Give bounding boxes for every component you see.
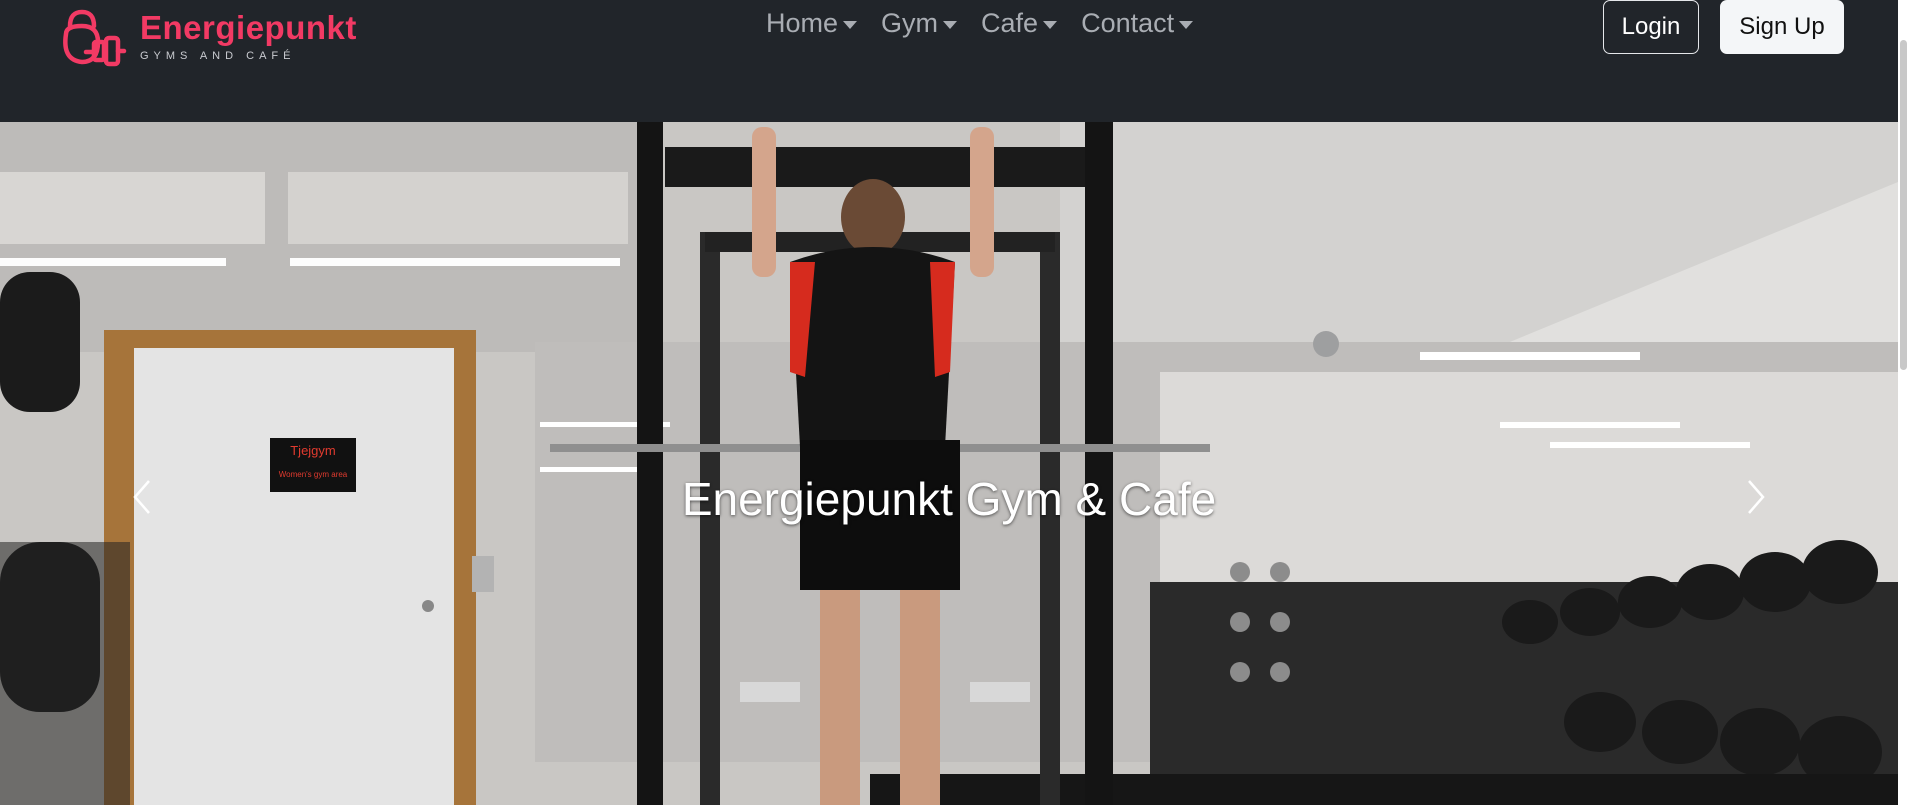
brand-name: Energiepunkt bbox=[140, 9, 357, 46]
main-nav: Home Gym Cafe Contact bbox=[766, 8, 1217, 39]
signup-button[interactable]: Sign Up bbox=[1720, 0, 1844, 54]
nav-item-label: Home bbox=[766, 8, 839, 38]
caret-down-icon bbox=[1043, 20, 1058, 29]
navbar: Energiepunkt GYMS AND CAFÉ Home Gym Cafe… bbox=[0, 0, 1898, 122]
brand-tagline: GYMS AND CAFÉ bbox=[140, 50, 296, 62]
door-sign-title: Tjejgym bbox=[290, 443, 336, 458]
nav-item-gym[interactable]: Gym bbox=[881, 8, 958, 39]
caret-down-icon bbox=[843, 20, 858, 29]
nav-item-cafe[interactable]: Cafe bbox=[981, 8, 1058, 39]
chevron-left-icon bbox=[133, 480, 150, 514]
carousel-caption: Energiepunkt Gym & Cafe bbox=[681, 473, 1217, 525]
login-button[interactable]: Login bbox=[1603, 0, 1699, 54]
caret-down-icon bbox=[943, 20, 958, 29]
caret-down-icon bbox=[1179, 20, 1194, 29]
nav-item-label: Gym bbox=[881, 8, 939, 38]
nav-item-contact[interactable]: Contact bbox=[1081, 8, 1194, 39]
chevron-right-icon bbox=[1748, 480, 1765, 514]
brand-logo-link[interactable]: Energiepunkt GYMS AND CAFÉ bbox=[58, 6, 357, 68]
scrollbar-thumb[interactable] bbox=[1900, 40, 1907, 370]
carousel-prev-button[interactable] bbox=[122, 477, 162, 517]
nav-item-label: Cafe bbox=[981, 8, 1039, 38]
carousel-next-button[interactable] bbox=[1736, 477, 1776, 517]
kettlebell-logo-icon bbox=[63, 9, 127, 67]
page-scrollbar[interactable] bbox=[1898, 0, 1908, 805]
nav-item-home[interactable]: Home bbox=[766, 8, 858, 39]
hero-gym-image: Tjejgym Women's gym area bbox=[0, 122, 1898, 805]
hero-carousel: Tjejgym Women's gym area Energiepunkt Gy… bbox=[0, 122, 1898, 805]
nav-item-label: Contact bbox=[1081, 8, 1175, 38]
